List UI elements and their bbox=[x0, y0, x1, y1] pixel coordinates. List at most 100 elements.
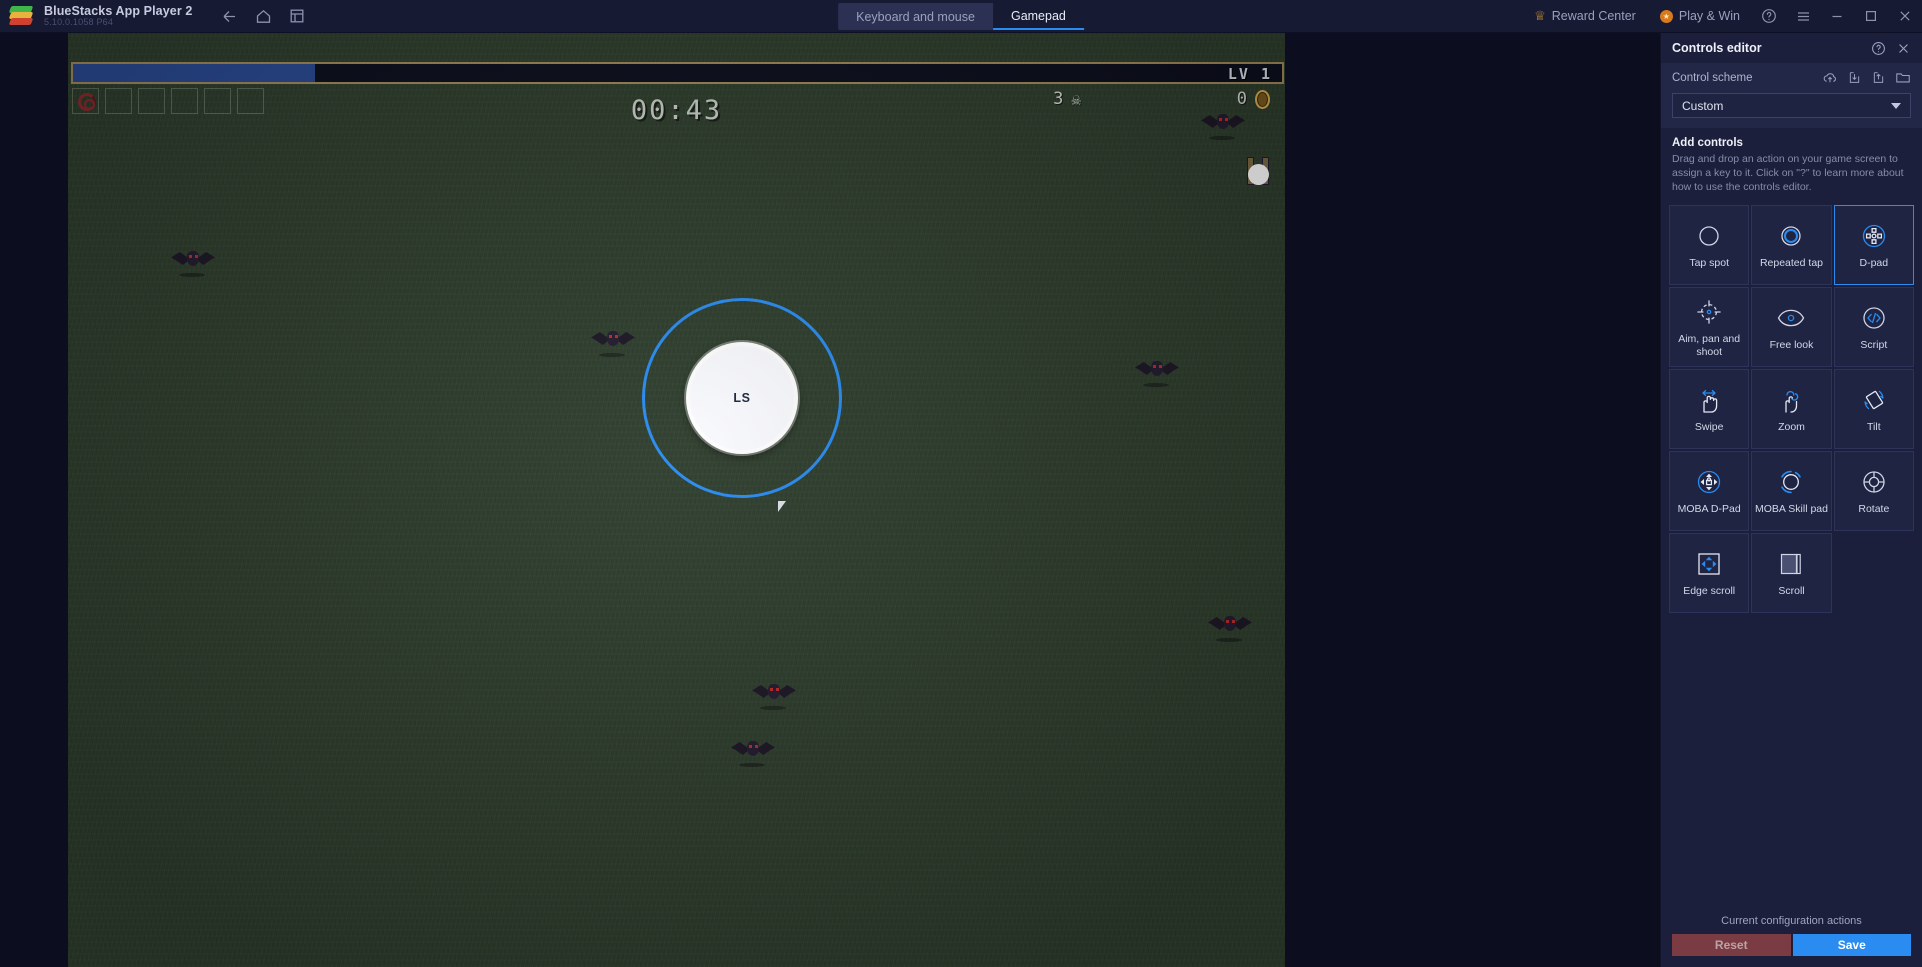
add-controls-title: Add controls bbox=[1672, 137, 1743, 149]
control-card-swipe[interactable]: Swipe bbox=[1669, 368, 1750, 449]
emulator-stage: LV 1 00:43 3 ☠ 0 LS bbox=[0, 33, 1660, 967]
virtual-joystick-overlay[interactable]: LS bbox=[642, 298, 842, 498]
control-scheme-block: Control scheme Custom bbox=[1661, 63, 1922, 128]
level-indicator: LV 1 bbox=[1227, 65, 1272, 83]
tap-spot-icon bbox=[1696, 219, 1722, 253]
moba-skill-pad-icon bbox=[1777, 465, 1805, 499]
joystick-thumb[interactable]: LS bbox=[686, 342, 798, 454]
star-badge-icon: ★ bbox=[1659, 9, 1673, 23]
export-scheme-icon[interactable] bbox=[1871, 70, 1886, 86]
skull-icon: ☠ bbox=[1071, 89, 1081, 109]
control-scheme-actions bbox=[1822, 70, 1911, 86]
control-card-label: MOBA Skill pad bbox=[1755, 503, 1828, 516]
import-scheme-icon[interactable] bbox=[1847, 70, 1862, 86]
mouse-cursor bbox=[778, 501, 786, 512]
controls-editor-header: Controls editor bbox=[1661, 33, 1922, 63]
control-card-label: Edge scroll bbox=[1683, 585, 1736, 598]
enemy-bat-sprite bbox=[1201, 111, 1245, 140]
help-icon[interactable] bbox=[1871, 41, 1886, 56]
kill-count-value: 3 bbox=[1053, 89, 1064, 109]
reward-center-label: Reward Center bbox=[1551, 9, 1636, 23]
player-character-sprite bbox=[1245, 155, 1272, 187]
reward-center-button[interactable]: ♕ Reward Center bbox=[1522, 0, 1648, 33]
control-card-zoom[interactable]: Zoom bbox=[1751, 368, 1832, 449]
tilt-icon bbox=[1859, 383, 1889, 417]
control-card-label: Rotate bbox=[1858, 503, 1890, 516]
add-controls-grid: Tap spot Repeated tap D-pad Aim, pan and… bbox=[1661, 199, 1922, 613]
enemy-bat-sprite bbox=[752, 681, 796, 710]
tab-gamepad[interactable]: Gamepad bbox=[992, 3, 1084, 30]
app-title-block: BlueStacks App Player 2 5.10.0.1058 P64 bbox=[44, 4, 192, 28]
control-card-edge-scroll[interactable]: Edge scroll bbox=[1669, 532, 1750, 613]
add-controls-block: Add controls Drag and drop an action on … bbox=[1661, 128, 1922, 199]
close-icon[interactable] bbox=[1896, 41, 1911, 56]
app-version: 5.10.0.1058 P64 bbox=[44, 16, 114, 27]
hamburger-menu-icon[interactable] bbox=[1786, 0, 1820, 33]
controls-editor-panel: Controls editor Control scheme Custom Ad… bbox=[1660, 33, 1922, 967]
free-look-icon bbox=[1776, 301, 1806, 335]
control-card-label: Aim, pan and shoot bbox=[1678, 332, 1741, 358]
main-body: LV 1 00:43 3 ☠ 0 LS Controls editor Cont… bbox=[0, 33, 1922, 967]
panel-title: Controls editor bbox=[1672, 41, 1762, 55]
close-icon[interactable] bbox=[1888, 0, 1922, 33]
cloud-sync-icon[interactable] bbox=[1822, 70, 1838, 86]
control-card-aim-pan-and-shoot[interactable]: Aim, pan and shoot bbox=[1669, 286, 1750, 367]
crown-icon: ♕ bbox=[1534, 8, 1546, 23]
control-card-tilt[interactable]: Tilt bbox=[1833, 368, 1914, 449]
repeated-tap-icon bbox=[1778, 219, 1804, 253]
zoom-icon bbox=[1776, 383, 1806, 417]
footer-title: Current configuration actions bbox=[1721, 915, 1862, 927]
coin-icon bbox=[1255, 89, 1270, 109]
edge-scroll-icon bbox=[1695, 547, 1723, 581]
rotate-icon bbox=[1860, 465, 1888, 499]
multi-instance-icon[interactable] bbox=[282, 3, 312, 29]
help-icon[interactable] bbox=[1752, 0, 1786, 33]
moba-d-pad-icon bbox=[1695, 465, 1723, 499]
titlebar-right-tools: ♕ Reward Center ★ Play & Win bbox=[1522, 0, 1922, 33]
control-card-free-look[interactable]: Free look bbox=[1751, 286, 1832, 367]
maximize-icon[interactable] bbox=[1854, 0, 1888, 33]
mode-tabs: Keyboard and mouse Gamepad bbox=[838, 3, 1084, 30]
play-and-win-label: Play & Win bbox=[1678, 9, 1740, 23]
control-card-rotate[interactable]: Rotate bbox=[1833, 450, 1914, 531]
control-card-tap-spot[interactable]: Tap spot bbox=[1669, 204, 1750, 285]
control-card-label: Swipe bbox=[1694, 421, 1724, 434]
save-button[interactable]: Save bbox=[1792, 934, 1911, 956]
control-card-scroll[interactable]: Scroll bbox=[1751, 532, 1832, 613]
control-card-label: MOBA D-Pad bbox=[1677, 503, 1741, 516]
script-icon bbox=[1860, 301, 1888, 335]
minimize-icon[interactable] bbox=[1820, 0, 1854, 33]
panel-footer: Current configuration actions Reset Save bbox=[1661, 906, 1922, 967]
reset-button[interactable]: Reset bbox=[1672, 934, 1791, 956]
control-card-label: Zoom bbox=[1778, 421, 1805, 434]
back-icon[interactable] bbox=[214, 3, 244, 29]
control-card-repeated-tap[interactable]: Repeated tap bbox=[1751, 204, 1832, 285]
control-card-label: Scroll bbox=[1778, 585, 1805, 598]
play-and-win-button[interactable]: ★ Play & Win bbox=[1648, 0, 1752, 33]
kill-counter: 3 ☠ bbox=[1053, 89, 1081, 109]
coin-counter: 0 bbox=[1237, 89, 1270, 109]
control-scheme-dropdown[interactable]: Custom bbox=[1672, 93, 1911, 118]
swipe-icon bbox=[1694, 383, 1724, 417]
enemy-bat-sprite bbox=[1135, 358, 1179, 387]
aim-pan-shoot-icon bbox=[1695, 295, 1723, 329]
enemy-bat-sprite bbox=[731, 738, 775, 767]
joystick-label: LS bbox=[733, 391, 751, 405]
control-card-label: Tilt bbox=[1867, 421, 1881, 434]
control-card-d-pad[interactable]: D-pad bbox=[1833, 204, 1914, 285]
bluestacks-logo-icon bbox=[8, 5, 34, 27]
control-card-script[interactable]: Script bbox=[1833, 286, 1914, 367]
tab-keyboard-and-mouse[interactable]: Keyboard and mouse bbox=[838, 3, 993, 30]
enemy-bat-sprite bbox=[171, 248, 215, 277]
xp-bar: LV 1 bbox=[71, 62, 1284, 84]
home-icon[interactable] bbox=[248, 3, 278, 29]
game-viewport[interactable]: LV 1 00:43 3 ☠ 0 LS bbox=[68, 33, 1285, 967]
enemy-bat-sprite bbox=[591, 328, 635, 357]
control-card-moba-d-pad[interactable]: MOBA D-Pad bbox=[1669, 450, 1750, 531]
control-card-label: Tap spot bbox=[1689, 257, 1730, 270]
open-folder-icon[interactable] bbox=[1895, 70, 1911, 86]
control-card-label: Free look bbox=[1769, 339, 1814, 352]
control-card-label: Script bbox=[1860, 339, 1888, 352]
control-card-moba-skill-pad[interactable]: MOBA Skill pad bbox=[1751, 450, 1832, 531]
nav-icon-group bbox=[214, 3, 312, 29]
